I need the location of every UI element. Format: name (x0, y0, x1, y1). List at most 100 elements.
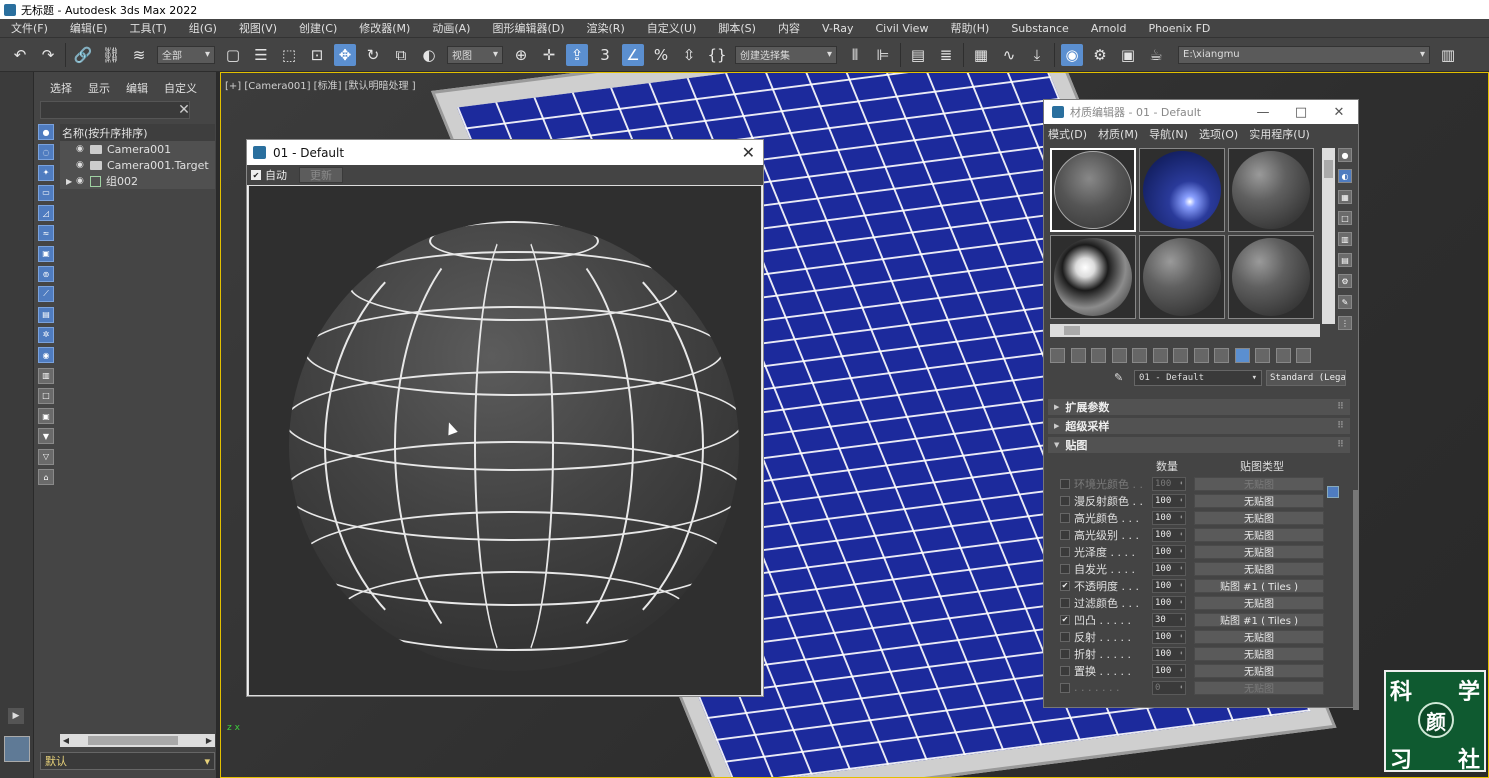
map-enable-checkbox[interactable] (1060, 546, 1070, 557)
sample-type-icon[interactable]: ● (1338, 148, 1352, 162)
preview-canvas[interactable] (248, 185, 762, 696)
map-enable-checkbox[interactable] (1060, 648, 1070, 659)
map-enable-checkbox[interactable] (1060, 631, 1070, 642)
display-cameras-icon[interactable]: ▭ (38, 184, 54, 201)
display-containers-icon[interactable]: ▤ (38, 306, 54, 323)
map-enable-checkbox[interactable] (1060, 512, 1070, 523)
map-amount-spinner[interactable]: 30 ⬍ (1152, 612, 1186, 627)
menu-substance[interactable]: Substance (1000, 22, 1080, 35)
menu-material[interactable]: 材质(M) (1098, 126, 1138, 142)
spinner-arrows-icon[interactable]: ⬍ (1179, 650, 1183, 657)
viewport-swatch[interactable] (4, 736, 30, 762)
play-icon[interactable]: ▶ (8, 708, 24, 724)
sample-slot[interactable] (1228, 148, 1314, 232)
scroll-thumb[interactable] (1324, 160, 1333, 178)
spinner-snap-icon[interactable]: ⇳ (678, 44, 700, 66)
named-selection-select[interactable]: 创建选择集 ▾ (735, 45, 837, 64)
selection-filter-select[interactable]: 全部 ▾ (157, 45, 215, 64)
map-slot-button[interactable]: 无贴图 (1194, 663, 1324, 678)
maximize-icon[interactable]: □ (1282, 105, 1320, 120)
rollout-maps[interactable]: ▼ 贴图 ⠿ (1048, 437, 1350, 453)
filter-funnel-icon[interactable]: ▼ (38, 428, 54, 445)
spinner-arrows-icon[interactable]: ⬍ (1179, 514, 1183, 521)
menu-modes[interactable]: 模式(D) (1048, 126, 1087, 142)
select-manipulate-icon[interactable]: ✛ (538, 44, 560, 66)
display-visible-icon[interactable]: ◉ (38, 347, 54, 364)
material-editor-scrollbar[interactable] (1353, 490, 1359, 710)
update-button[interactable]: 更新 (299, 167, 343, 183)
select-by-name-icon[interactable]: ☰ (250, 44, 272, 66)
spinner-arrows-icon[interactable]: ⬍ (1179, 633, 1183, 640)
list-item[interactable]: ◉ Camera001 (60, 141, 215, 157)
backlight-icon[interactable]: ◐ (1338, 169, 1352, 183)
material-editor-icon[interactable]: ◉ (1061, 43, 1083, 66)
map-slot-button[interactable]: 无贴图 (1194, 493, 1324, 508)
map-slot-button[interactable]: 无贴图 (1194, 680, 1324, 695)
material-type-button[interactable]: Standard (Legacy) (1266, 370, 1346, 386)
menu-rendering[interactable]: 渲染(R) (576, 20, 636, 36)
link-icon[interactable]: 🔗 (72, 44, 94, 66)
show-end-result-icon[interactable] (1234, 347, 1250, 363)
menu-content[interactable]: 内容 (767, 20, 811, 36)
spinner-arrows-icon[interactable]: ⬍ (1179, 480, 1183, 487)
material-name-field[interactable]: 01 - Default ▾ (1134, 370, 1262, 386)
menu-edit[interactable]: 编辑(E) (59, 20, 119, 36)
bind-space-warp-icon[interactable]: ≋ (128, 44, 150, 66)
redo-icon[interactable]: ↷ (37, 44, 59, 66)
schematic-view-icon[interactable]: ⤓ (1026, 44, 1048, 66)
menu-graph-editors[interactable]: 图形编辑器(D) (481, 20, 575, 36)
toggle-ribbon-icon[interactable]: ▦ (970, 44, 992, 66)
reset-map-icon[interactable] (1111, 347, 1127, 363)
select-object-icon[interactable]: ▢ (222, 44, 244, 66)
eye-icon[interactable]: ◉ (76, 176, 88, 186)
make-preview-icon[interactable]: ▤ (1338, 253, 1352, 267)
map-slot-button[interactable]: 无贴图 (1194, 527, 1324, 542)
map-slot-button[interactable]: 贴图 #1 ( Tiles ) (1194, 578, 1324, 593)
sample-slot[interactable] (1139, 148, 1225, 232)
sample-slot[interactable] (1050, 148, 1136, 232)
map-amount-spinner[interactable]: 100 ⬍ (1152, 561, 1186, 576)
sample-slot[interactable] (1050, 235, 1136, 319)
map-enable-checkbox[interactable] (1060, 665, 1070, 676)
project-folder-icon[interactable]: ▥ (1437, 44, 1459, 66)
viewport-label[interactable]: [+] [Camera001] [标准] [默认明暗处理 ] (225, 77, 416, 92)
unlink-icon[interactable]: ⛓ (100, 44, 122, 66)
select-rotate-icon[interactable]: ↻ (362, 44, 384, 66)
display-xrefs-icon[interactable]: ⊚ (38, 266, 54, 283)
map-amount-spinner[interactable]: 100 ⬍ (1152, 595, 1186, 610)
rect-selection-icon[interactable]: ⬚ (278, 44, 300, 66)
video-color-check-icon[interactable]: ▥ (1338, 232, 1352, 246)
menu-views[interactable]: 视图(V) (228, 20, 288, 36)
explorer-column-header[interactable]: 名称(按升序排序) (60, 124, 215, 141)
pick-material-icon[interactable] (1296, 347, 1311, 363)
spinner-arrows-icon[interactable]: ⬍ (1179, 667, 1183, 674)
sample-slot[interactable] (1228, 235, 1314, 319)
background-icon[interactable]: ▦ (1338, 190, 1352, 204)
map-amount-spinner[interactable]: 100 ⬍ (1152, 510, 1186, 525)
map-amount-spinner[interactable]: 100 ⬍ (1152, 629, 1186, 644)
display-groups-icon[interactable]: ▣ (38, 245, 54, 262)
menu-utilities[interactable]: 实用程序(U) (1249, 126, 1310, 142)
map-enable-checkbox[interactable] (1060, 529, 1070, 540)
filter-icon[interactable]: ▽ (38, 448, 54, 465)
scroll-thumb[interactable] (1064, 326, 1080, 335)
menu-navigation[interactable]: 导航(N) (1149, 126, 1188, 142)
map-amount-spinner[interactable]: 100 ⬍ (1152, 527, 1186, 542)
display-selected-icon[interactable]: □ (38, 387, 54, 404)
rollout-supersampling[interactable]: ▶ 超级采样 ⠿ (1048, 418, 1350, 434)
map-enable-checkbox[interactable]: ✔ (1060, 614, 1070, 625)
eyedropper-icon[interactable]: ✎ (1114, 371, 1128, 385)
rollout-extended-parameters[interactable]: ▶ 扩展参数 ⠿ (1048, 399, 1350, 415)
assign-to-selection-icon[interactable] (1091, 347, 1106, 363)
layers-icon[interactable]: ⌂ (38, 469, 54, 486)
display-children-icon[interactable]: ▥ (38, 367, 54, 384)
list-item[interactable]: ▶ ◉ 组002 (60, 173, 215, 189)
eye-icon[interactable]: ◉ (76, 160, 88, 170)
material-id-icon[interactable] (1193, 347, 1209, 363)
map-enable-checkbox[interactable] (1060, 478, 1070, 489)
placement-icon[interactable]: ◐ (418, 44, 440, 66)
sample-uv-tiling-icon[interactable]: □ (1338, 211, 1352, 225)
map-slot-button[interactable]: 无贴图 (1194, 544, 1324, 559)
pivot-center-icon[interactable]: ⊕ (510, 44, 532, 66)
show-shaded-icon[interactable] (1214, 347, 1229, 363)
